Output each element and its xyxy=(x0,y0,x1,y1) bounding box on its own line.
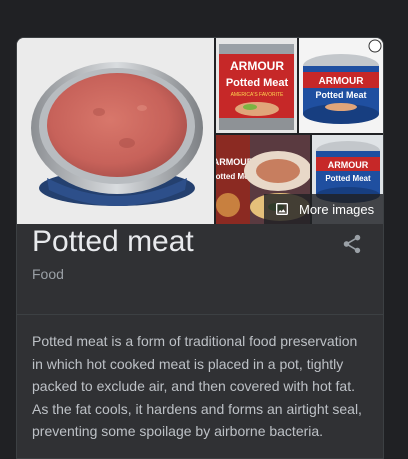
page-title: Potted meat xyxy=(32,225,194,258)
armour-product-text-4: Potted Meat xyxy=(325,174,371,183)
image-armour-can-1[interactable]: ARMOUR Potted Meat AMERICA'S FAVORITE xyxy=(216,38,297,133)
main-image[interactable] xyxy=(17,38,214,224)
armour-product-text-2: Potted Meat xyxy=(315,90,366,100)
armour-product-text-1: Potted Meat xyxy=(226,77,289,89)
armour-brand-text-1: ARMOUR xyxy=(230,59,284,73)
title-section: Potted meat Food xyxy=(17,224,383,315)
armour-brand-text-4: ARMOUR xyxy=(328,160,369,170)
armour-brand-text-2: ARMOUR xyxy=(319,76,365,87)
share-button[interactable] xyxy=(341,232,363,256)
armour-tagline-text: AMERICA'S FAVORITE xyxy=(231,92,284,98)
more-images-label: More images xyxy=(299,201,375,217)
more-images-button[interactable]: More images xyxy=(264,194,383,224)
image-gallery: ARMOUR Potted Meat AMERICA'S FAVORITE AR… xyxy=(17,38,383,224)
knowledge-panel: ARMOUR Potted Meat AMERICA'S FAVORITE AR… xyxy=(16,37,384,459)
image-icon xyxy=(276,203,288,215)
description-text: Potted meat is a form of traditional foo… xyxy=(32,333,362,440)
entity-type: Food xyxy=(32,266,64,282)
share-icon xyxy=(343,234,361,254)
image-armour-can-2[interactable]: ARMOUR Potted Meat xyxy=(299,38,383,133)
